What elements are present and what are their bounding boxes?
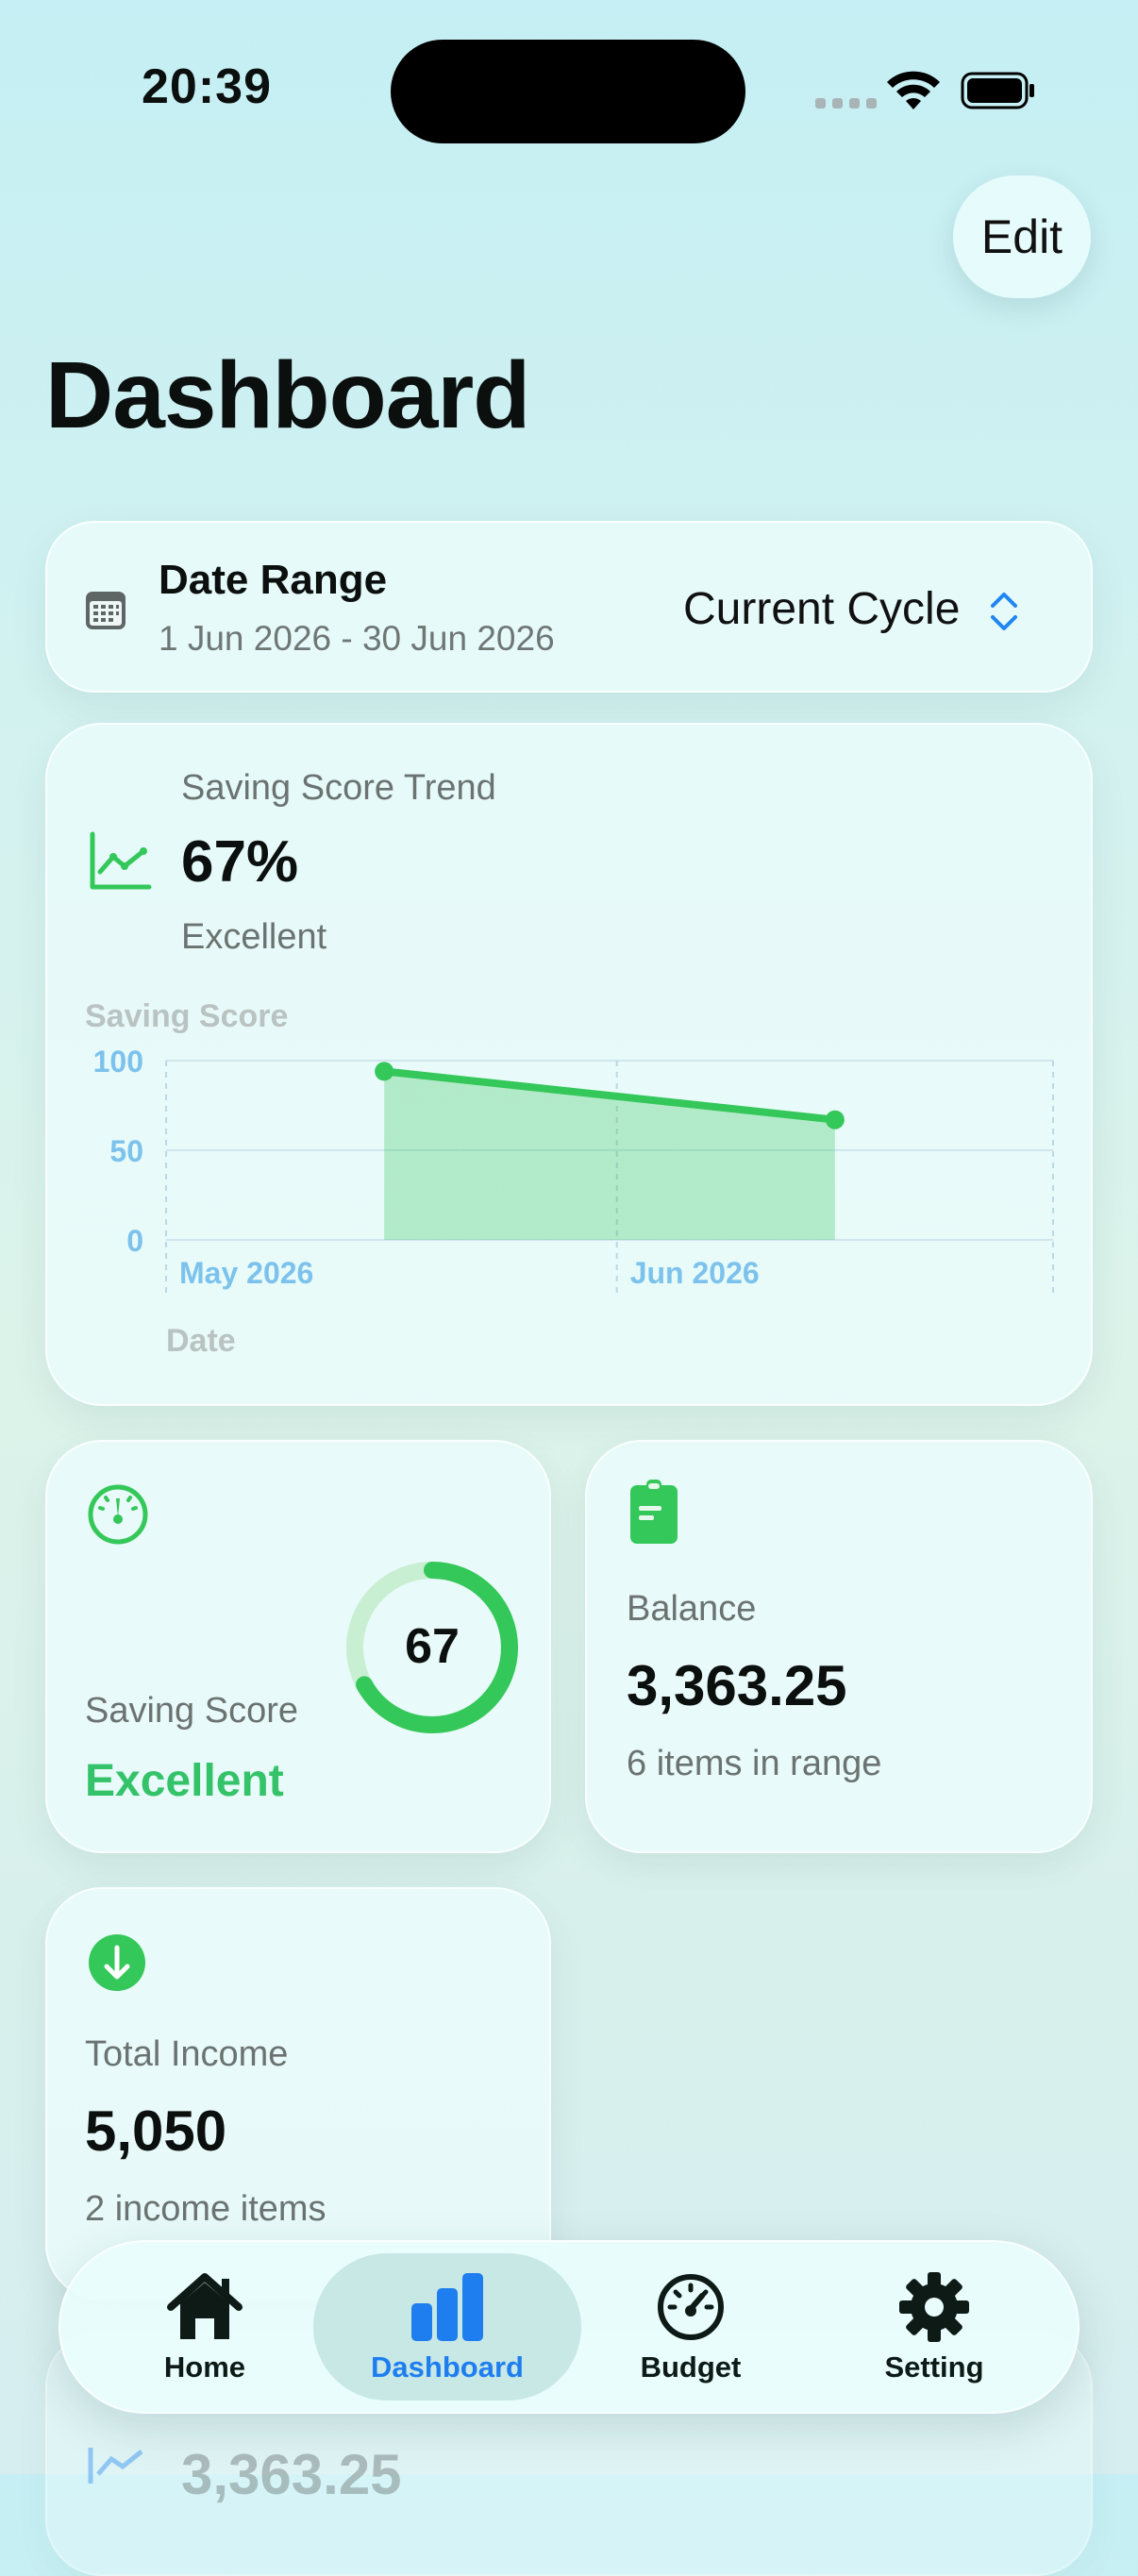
- tab-home[interactable]: Home: [132, 2255, 277, 2400]
- status-time: 20:39: [142, 59, 272, 114]
- trend-value: 67%: [181, 829, 299, 895]
- total-income-label: Total Income: [85, 2034, 289, 2074]
- tab-dashboard[interactable]: Dashboard: [332, 2255, 562, 2400]
- chart-data-point: [375, 1062, 394, 1081]
- tab-home-label: Home: [163, 2350, 246, 2384]
- wallet-icon: [630, 1480, 678, 1544]
- tab-budget[interactable]: Budget: [613, 2255, 768, 2400]
- cellular-signal-icon: [815, 98, 877, 109]
- chart-data-point: [825, 1110, 845, 1129]
- tab-setting-label: Setting: [884, 2350, 984, 2384]
- balance-subtitle: 6 items in range: [627, 1744, 882, 1783]
- battery-icon: [961, 72, 1034, 109]
- tab-setting[interactable]: Setting: [859, 2255, 1010, 2400]
- saving-score-value: 67: [405, 1619, 460, 1674]
- chevron-updown-icon[interactable]: [987, 587, 1021, 636]
- saving-score-chart: Saving Score 0 50 100 May 2026 Jun 2026 Date: [85, 998, 1054, 1359]
- edit-button[interactable]: Edit: [953, 176, 1091, 298]
- peek-value: 3,363.25: [181, 2443, 402, 2506]
- date-range-text: 1 Jun 2026 - 30 Jun 2026: [159, 619, 555, 658]
- chart-y-tick-label: 100: [93, 1045, 143, 1079]
- saving-score-status: Excellent: [85, 1756, 284, 1806]
- trend-status: Excellent: [181, 917, 327, 957]
- chart-y-tick-label: 0: [126, 1224, 143, 1258]
- calendar-icon: [86, 592, 126, 629]
- trend-label: Saving Score Trend: [181, 768, 496, 808]
- arrow-down-circle-icon: [89, 1934, 145, 1991]
- page-title: Dashboard: [45, 343, 530, 448]
- chart-x-tick-label: May 2026: [179, 1256, 313, 1290]
- trend-chart-icon: [88, 2448, 143, 2484]
- balance-label: Balance: [627, 1589, 757, 1629]
- total-income-value: 5,050: [85, 2099, 227, 2163]
- chart-x-tick-label: Jun 2026: [630, 1256, 760, 1290]
- speedometer-icon: [658, 2274, 724, 2340]
- chart-y-tick-label: 50: [109, 1134, 143, 1168]
- tab-dashboard-label: Dashboard: [371, 2350, 524, 2384]
- dynamic-island: [391, 40, 745, 143]
- balance-value: 3,363.25: [627, 1654, 847, 1717]
- gear-icon: [899, 2272, 969, 2342]
- cycle-selector[interactable]: Current Cycle: [683, 583, 960, 635]
- bar-chart-icon: [411, 2273, 483, 2341]
- total-income-subtitle: 2 income items: [85, 2189, 326, 2229]
- chart-x-axis-title: Date: [166, 1323, 236, 1359]
- date-range-title: Date Range: [159, 557, 388, 603]
- chart-y-axis-title: Saving Score: [85, 998, 288, 1034]
- saving-score-label: Saving Score: [85, 1691, 299, 1731]
- house-icon: [167, 2273, 243, 2339]
- gauge-icon: [88, 1484, 148, 1545]
- wifi-icon: [887, 71, 940, 109]
- tab-budget-label: Budget: [640, 2350, 742, 2384]
- trend-chart-icon: [90, 831, 152, 890]
